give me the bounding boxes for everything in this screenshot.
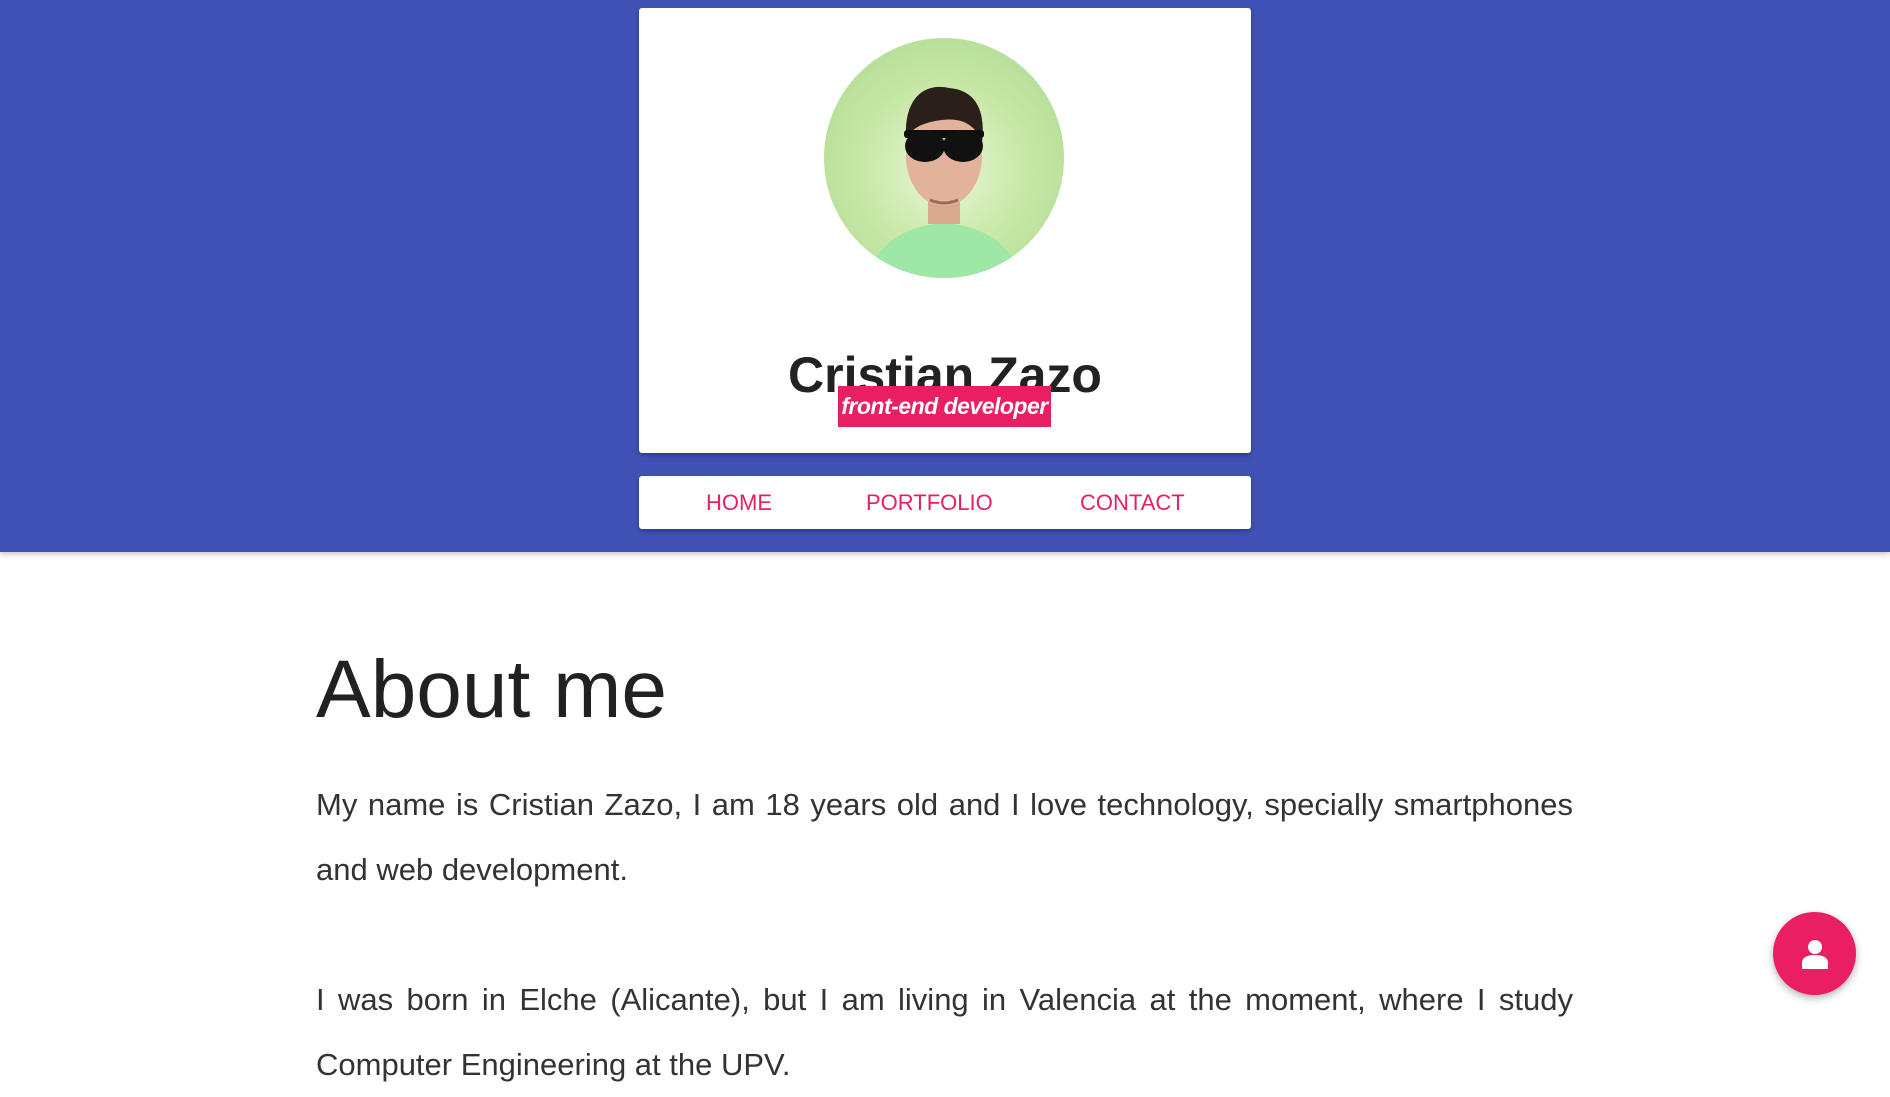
main-nav: HOME PORTFOLIO CONTACT [639, 476, 1251, 529]
about-paragraph: I was born in Elche (Alicante), but I am… [316, 982, 1573, 1082]
about-paragraph: My name is Cristian Zazo, I am 18 years … [316, 787, 1573, 887]
role-badge: front-end developer [838, 386, 1051, 427]
nav-portfolio[interactable]: PORTFOLIO [866, 476, 993, 529]
about-section: About me My name is Cristian Zazo, I am … [316, 640, 1573, 1097]
hero-header: Cristian Zazo front-end developer HOME P… [0, 0, 1890, 552]
profile-photo-icon [864, 86, 1024, 278]
about-title: About me [316, 644, 667, 735]
person-icon [1801, 939, 1828, 969]
nav-home[interactable]: HOME [706, 476, 772, 529]
contact-fab-button[interactable] [1773, 912, 1856, 995]
profile-avatar [824, 38, 1064, 278]
nav-contact[interactable]: CONTACT [1080, 476, 1185, 529]
profile-card: Cristian Zazo front-end developer [639, 8, 1251, 453]
